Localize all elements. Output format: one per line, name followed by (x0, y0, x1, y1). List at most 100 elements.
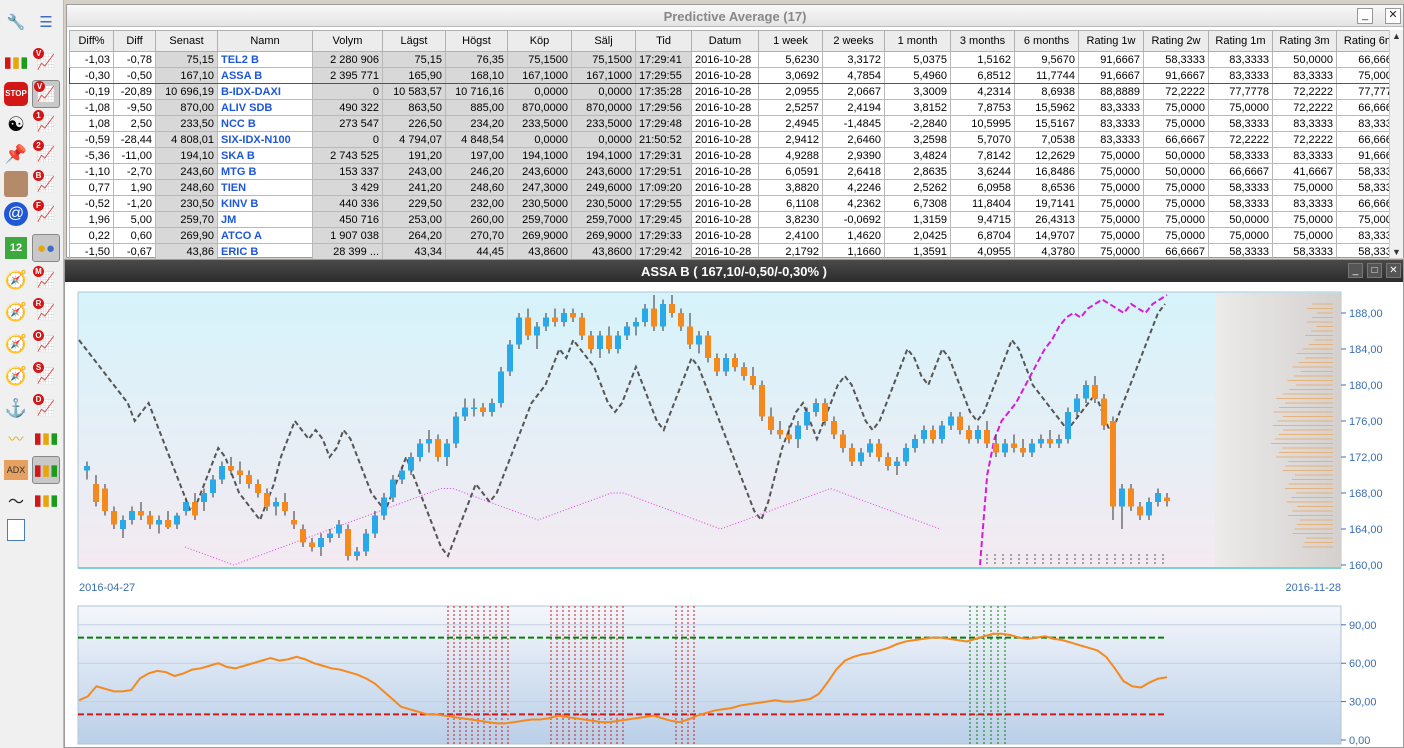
chart-r-icon[interactable]: R 📈 (32, 298, 60, 326)
table-cell: 75,0000 (1143, 99, 1209, 116)
table-row[interactable]: -0,19 -20,89 10 696,19 B-IDX-DAXI 0 10 583,57… (69, 83, 1402, 100)
table-cell: 273 547 (312, 115, 383, 132)
bar-chart-icon[interactable]: ▮ ▮ ▮ (2, 48, 30, 76)
scroll-up-icon[interactable]: ▲ (1392, 31, 1401, 41)
column-header[interactable]: Lägst (382, 30, 446, 52)
document-list-icon[interactable]: ☰ (32, 8, 60, 36)
table-row[interactable]: -0,30 -0,50 167,10 ASSA B2 395 771 165,90 168… (69, 67, 1402, 84)
table-row[interactable]: -1,50 -0,67 43,86 ERIC B 28 399 ... 43,34 44,4… (69, 243, 1402, 260)
chart-f-icon[interactable]: F 📈 (32, 200, 60, 228)
table-cell: 1,96 (69, 211, 114, 228)
table-cell: 230,50 (155, 195, 218, 212)
compass-w-icon[interactable]: 🧭 (2, 330, 30, 358)
table-cell: 91,6667 (1078, 51, 1144, 68)
table-row[interactable]: 0,77 1,90 248,60 TIEN 3 429 241,20 248,60 247,3… (69, 179, 1402, 196)
table-cell: 1,5162 (950, 51, 1015, 68)
column-header[interactable]: Rating 1m (1208, 30, 1273, 52)
chart-minimize-button[interactable]: _ (1348, 263, 1363, 278)
table-row[interactable]: -1,03 -0,78 75,15 TEL2 B2 280 906 75,15 76,35… (69, 51, 1402, 68)
column-header[interactable]: 2 weeks (822, 30, 885, 52)
table-cell: 2016-10-28 (691, 147, 759, 164)
column-header[interactable]: Rating 1w (1078, 30, 1144, 52)
chart-2-icon[interactable]: 2 📈 (32, 140, 60, 168)
compass-n-icon[interactable]: 🧭 (2, 298, 30, 326)
anchor-icon[interactable]: ⚓ (2, 394, 30, 422)
chart-canvas[interactable]: 160,00 164,00 168,00 172,00 176,00 180,00 184,… (65, 282, 1403, 748)
chart-s-icon[interactable]: S 📈 (32, 362, 60, 390)
blank-document-icon[interactable] (2, 516, 30, 544)
avatar[interactable] (2, 170, 30, 198)
bar-chart-2-icon[interactable]: ▮ ▮ ▮ (32, 424, 60, 452)
swirl-icon[interactable]: @ (2, 200, 30, 228)
table-cell: 75,0000 (1143, 179, 1209, 196)
table-cell: -28,44 (113, 131, 156, 148)
chart-o-icon[interactable]: O 📈 (32, 330, 60, 358)
column-header[interactable]: Högst (445, 30, 508, 52)
chart-close-button[interactable]: ✕ (1386, 263, 1401, 278)
candle-body (480, 407, 486, 412)
column-header[interactable]: 1 week (758, 30, 823, 52)
column-header[interactable]: Sälj (571, 30, 636, 52)
column-header[interactable]: Rating 3m (1272, 30, 1337, 52)
table-cell: 4 848,54 (445, 131, 508, 148)
trend-lines-icon[interactable]: 〰 (2, 424, 30, 452)
chart-m-icon[interactable]: M 📈 (32, 266, 60, 294)
table-row[interactable]: -0,59 -28,44 4 808,01 SIX-IDX-N100 0 4 794,07… (69, 131, 1402, 148)
table-cell: -1,20 (113, 195, 156, 212)
waveform-icon[interactable]: 〜 (2, 486, 30, 514)
column-header[interactable]: Volym (312, 30, 383, 52)
column-header[interactable]: Diff (113, 30, 156, 52)
column-header[interactable]: 6 months (1014, 30, 1079, 52)
candle-body (534, 326, 540, 336)
compass-s-icon[interactable]: 🧭 (2, 362, 30, 390)
chart-1-icon[interactable]: 1 📈 (32, 110, 60, 138)
candle-body (111, 511, 117, 525)
column-header[interactable]: Rating 2w (1143, 30, 1209, 52)
table-row[interactable]: -1,10 -2,70 243,60 MTG B 153 337 243,00 246,20… (69, 163, 1402, 180)
compass-icon[interactable]: 🧭 (2, 266, 30, 294)
chart-volume-icon[interactable]: V 📈 (32, 48, 60, 76)
table-cell: ATCO A (217, 227, 313, 244)
yin-yang-icon[interactable]: ☯ (2, 110, 30, 138)
table-cell: 66,6667 (1208, 163, 1273, 180)
stop-icon[interactable]: STOP (2, 80, 30, 108)
table-row[interactable]: -1,08 -9,50 870,00 ALIV SDB 490 322 863,50 885… (69, 99, 1402, 116)
table-row[interactable]: 1,96 5,00 259,70 JM 450 716 253,00 260,00 259,7… (69, 211, 1402, 228)
table-row[interactable]: 0,22 0,60 269,90 ATCO A1 907 038 264,20 270,7… (69, 227, 1402, 244)
column-header[interactable]: Tid (635, 30, 692, 52)
table-row[interactable]: -5,36 -11,00 194,10 SKA B2 743 525 191,20 197… (69, 147, 1402, 164)
scatter-chart-icon[interactable]: ● ● (32, 234, 60, 262)
chart-b-icon[interactable]: B 📈 (32, 170, 60, 198)
table-cell: 5,6230 (758, 51, 823, 68)
column-header[interactable]: Datum (691, 30, 759, 52)
table-row[interactable]: 1,08 2,50 233,50 NCC B 273 547 226,50 234,20 23… (69, 115, 1402, 132)
chart-d-icon[interactable]: D 📈 (32, 394, 60, 422)
bar-chart-3-icon[interactable]: ▮ ▮ ▮ (32, 456, 60, 484)
column-header[interactable]: Köp (507, 30, 572, 52)
bar-chart-4-icon[interactable]: ▮ ▮ ▮ (32, 486, 60, 514)
table-minimize-button[interactable]: _ (1357, 8, 1373, 24)
column-header[interactable]: Senast (155, 30, 218, 52)
column-header[interactable]: Diff% (69, 30, 114, 52)
table-close-button[interactable]: ✕ (1385, 8, 1401, 24)
chart-maximize-button[interactable]: □ (1367, 263, 1382, 278)
wrench-icon[interactable]: 🔧 (2, 8, 30, 36)
column-header[interactable]: 3 months (950, 30, 1015, 52)
chart-volume-selected-icon[interactable]: V 📈 (32, 80, 60, 108)
table-cell: -1,4845 (822, 115, 885, 132)
table-scrollbar[interactable]: ▲ ▼ (1389, 30, 1403, 258)
table-cell: 253,00 (382, 211, 446, 228)
column-header[interactable]: Namn (217, 30, 313, 52)
column-header[interactable]: 1 month (884, 30, 951, 52)
scroll-down-icon[interactable]: ▼ (1392, 247, 1401, 257)
table-cell: 2016-10-28 (691, 131, 759, 148)
table-row[interactable]: -0,52 -1,20 230,50 KINV B 440 336 229,50 232,0… (69, 195, 1402, 212)
candle-body (435, 439, 441, 457)
table-cell: 230,5000 (507, 195, 572, 212)
table-cell: TIEN (217, 179, 313, 196)
table-cell: 50,0000 (1143, 163, 1209, 180)
pin-icon[interactable]: 📌 (2, 140, 30, 168)
calendar-icon[interactable]: 12 (2, 234, 30, 262)
adx-icon[interactable]: ADX (2, 456, 30, 484)
table-cell: 197,00 (445, 147, 508, 164)
